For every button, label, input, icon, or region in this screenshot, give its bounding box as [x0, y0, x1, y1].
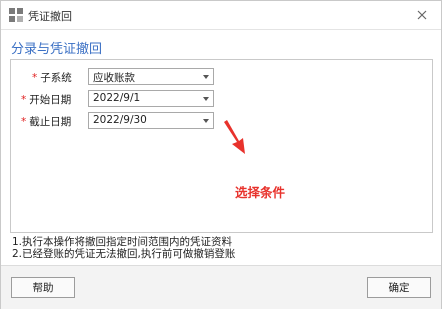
chevron-down-icon	[203, 97, 209, 101]
chevron-down-icon	[203, 75, 209, 79]
section-title: 分录与凭证撤回	[11, 42, 103, 57]
field-label-start-date: * 开始日期	[21, 92, 71, 107]
subsystem-select[interactable]: 应收账款	[88, 68, 214, 85]
condition-panel: * 子系统 应收账款 * 开始日期 2022/9/1 * 截止日期 2022/9/30	[10, 59, 433, 233]
field-label-text: 截止日期	[29, 116, 72, 128]
close-icon	[417, 10, 427, 20]
window-title: 凭证撤回	[28, 10, 72, 23]
annotation-arrow-icon	[224, 120, 245, 154]
field-label-text: 开始日期	[29, 94, 72, 106]
chevron-down-icon	[203, 119, 209, 123]
required-mark: *	[32, 72, 38, 84]
end-date-picker[interactable]: 2022/9/30	[88, 112, 214, 129]
required-mark: *	[21, 94, 27, 106]
note-line: 2.已经登账的凭证无法撤回,执行前可做撤销登账	[12, 248, 236, 260]
start-date-picker[interactable]: 2022/9/1	[88, 90, 214, 107]
title-bar[interactable]: 凭证撤回	[1, 1, 441, 30]
note-line: 1.执行本操作将撤回指定时间范围内的凭证资料	[12, 236, 233, 248]
required-mark: *	[21, 116, 27, 128]
annotation-label: 选择条件	[235, 185, 286, 200]
subsystem-value: 应收账款	[93, 72, 135, 84]
field-row-start-date: * 开始日期 2022/9/1	[11, 90, 432, 108]
close-button[interactable]	[413, 6, 431, 24]
end-date-value: 2022/9/30	[93, 114, 147, 126]
dialog-footer: 帮助 确定	[1, 265, 441, 309]
dialog-window: 凭证撤回 分录与凭证撤回 *子系统 应收账款 *开始日期 2022/9/1	[0, 0, 442, 309]
grid-app-icon	[9, 8, 23, 22]
field-label-end-date: * 截止日期	[21, 114, 71, 129]
help-button[interactable]: 帮助	[11, 277, 75, 298]
notes: 1.执行本操作将撤回指定时间范围内的凭证资料 2.已经登账的凭证无法撤回,执行前…	[12, 236, 235, 260]
start-date-value: 2022/9/1	[93, 92, 141, 104]
ok-button[interactable]: 确定	[367, 277, 431, 298]
field-label-text: 子系统	[40, 72, 72, 84]
field-label-subsystem: * 子系统	[32, 70, 72, 85]
field-row-subsystem: * 子系统 应收账款	[11, 68, 432, 86]
